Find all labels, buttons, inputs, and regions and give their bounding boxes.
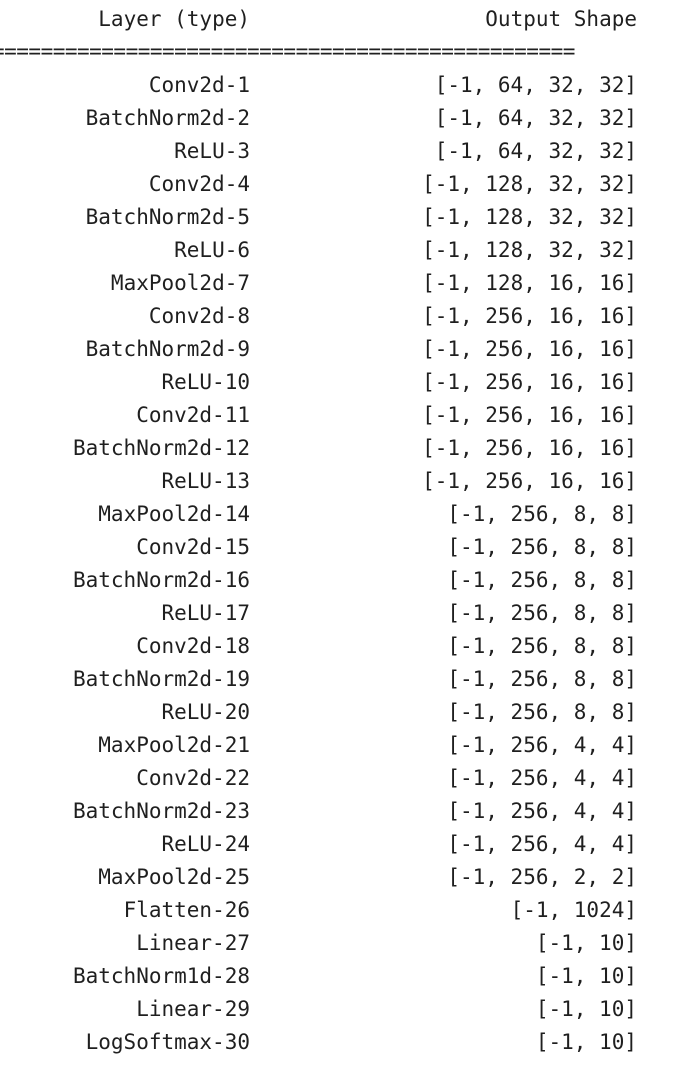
layer-name: BatchNorm2d-12: [72, 436, 250, 460]
summary-rows: Conv2d-1 [-1, 64, 32, 32] BatchNorm2d-2 [-1…: [0, 69, 682, 1059]
layer-name: Linear-27: [136, 931, 250, 955]
output-shape: [-1, 64, 32, 32]: [434, 73, 637, 97]
output-shape: [-1, 128, 32, 32]: [422, 172, 637, 196]
layer-name: Linear-29: [136, 997, 250, 1021]
layer-name: ReLU-3: [174, 139, 250, 163]
layer-row: ReLU-10 [-1, 256, 16, 16]: [0, 366, 682, 399]
layer-row: BatchNorm2d-12 [-1, 256, 16, 16]: [0, 432, 682, 465]
output-shape: [-1, 64, 32, 32]: [434, 139, 637, 163]
output-shape: [-1, 64, 32, 32]: [434, 106, 637, 130]
layer-name: BatchNorm1d-28: [72, 964, 250, 988]
layer-row: BatchNorm2d-16 [-1, 256, 8, 8]: [0, 564, 682, 597]
layer-row: MaxPool2d-7 [-1, 128, 16, 16]: [0, 267, 682, 300]
layer-name: ReLU-24: [161, 832, 250, 856]
layer-row: Conv2d-8 [-1, 256, 16, 16]: [0, 300, 682, 333]
output-shape: [-1, 256, 4, 4]: [447, 733, 637, 757]
output-shape: [-1, 10]: [535, 1030, 637, 1054]
layer-row: LogSoftmax-30 [-1, 10]: [0, 1026, 682, 1059]
output-shape: [-1, 128, 16, 16]: [422, 271, 637, 295]
layer-row: Conv2d-4 [-1, 128, 32, 32]: [0, 168, 682, 201]
output-shape: [-1, 256, 16, 16]: [422, 337, 637, 361]
layer-row: Flatten-26 [-1, 1024]: [0, 894, 682, 927]
layer-name: BatchNorm2d-23: [72, 799, 250, 823]
output-shape: [-1, 256, 8, 8]: [447, 700, 637, 724]
layer-row: Conv2d-1 [-1, 64, 32, 32]: [0, 69, 682, 102]
layer-name: Conv2d-11: [136, 403, 250, 427]
layer-name: BatchNorm2d-19: [72, 667, 250, 691]
layer-name: BatchNorm2d-9: [85, 337, 250, 361]
output-shape: [-1, 256, 4, 4]: [447, 766, 637, 790]
output-shape: [-1, 256, 4, 4]: [447, 832, 637, 856]
output-shape: [-1, 256, 8, 8]: [447, 667, 637, 691]
layer-row: MaxPool2d-14 [-1, 256, 8, 8]: [0, 498, 682, 531]
layer-row: BatchNorm2d-5 [-1, 128, 32, 32]: [0, 201, 682, 234]
output-shape: [-1, 256, 8, 8]: [447, 502, 637, 526]
output-shape: [-1, 256, 16, 16]: [422, 370, 637, 394]
layer-row: Linear-29 [-1, 10]: [0, 993, 682, 1026]
layer-name: Conv2d-15: [136, 535, 250, 559]
layer-name: BatchNorm2d-5: [85, 205, 250, 229]
output-shape: [-1, 256, 16, 16]: [422, 403, 637, 427]
layer-row: MaxPool2d-21 [-1, 256, 4, 4]: [0, 729, 682, 762]
layer-name: Conv2d-22: [136, 766, 250, 790]
layer-row: ReLU-20 [-1, 256, 8, 8]: [0, 696, 682, 729]
layer-row: BatchNorm1d-28 [-1, 10]: [0, 960, 682, 993]
layer-name: ReLU-13: [161, 469, 250, 493]
layer-row: ReLU-13 [-1, 256, 16, 16]: [0, 465, 682, 498]
output-shape: [-1, 128, 32, 32]: [422, 238, 637, 262]
summary-header: Layer (type) Output Shape: [0, 4, 682, 34]
layer-name: ReLU-10: [161, 370, 250, 394]
layer-row: BatchNorm2d-19 [-1, 256, 8, 8]: [0, 663, 682, 696]
layer-name: BatchNorm2d-16: [72, 568, 250, 592]
output-shape-header: Output Shape: [485, 7, 637, 31]
layer-row: ReLU-3 [-1, 64, 32, 32]: [0, 135, 682, 168]
layer-name: Flatten-26: [123, 898, 250, 922]
layer-row: Conv2d-22 [-1, 256, 4, 4]: [0, 762, 682, 795]
layer-row: Conv2d-11 [-1, 256, 16, 16]: [0, 399, 682, 432]
output-shape: [-1, 256, 8, 8]: [447, 568, 637, 592]
output-shape: [-1, 256, 2, 2]: [447, 865, 637, 889]
layer-row: BatchNorm2d-23 [-1, 256, 4, 4]: [0, 795, 682, 828]
layer-row: ReLU-6 [-1, 128, 32, 32]: [0, 234, 682, 267]
layer-name: MaxPool2d-25: [98, 865, 250, 889]
output-shape: [-1, 128, 32, 32]: [422, 205, 637, 229]
output-shape: [-1, 10]: [535, 997, 637, 1021]
output-shape: [-1, 10]: [535, 931, 637, 955]
layer-name: MaxPool2d-14: [98, 502, 250, 526]
output-shape: [-1, 10]: [535, 964, 637, 988]
layer-name: Conv2d-1: [148, 73, 250, 97]
output-shape: [-1, 256, 4, 4]: [447, 799, 637, 823]
header-separator: ========================================…: [0, 39, 575, 63]
output-shape: [-1, 256, 8, 8]: [447, 634, 637, 658]
layer-row: Linear-27 [-1, 10]: [0, 927, 682, 960]
layer-row: BatchNorm2d-9 [-1, 256, 16, 16]: [0, 333, 682, 366]
layer-name: BatchNorm2d-2: [85, 106, 250, 130]
layer-row: ReLU-24 [-1, 256, 4, 4]: [0, 828, 682, 861]
layer-name: MaxPool2d-7: [110, 271, 250, 295]
output-shape: [-1, 256, 16, 16]: [422, 469, 637, 493]
layer-name: Conv2d-4: [148, 172, 250, 196]
layer-name: ReLU-17: [161, 601, 250, 625]
layer-type-header: Layer (type): [98, 7, 250, 31]
layer-name: ReLU-6: [174, 238, 250, 262]
output-shape: [-1, 256, 8, 8]: [447, 601, 637, 625]
layer-name: MaxPool2d-21: [98, 733, 250, 757]
layer-name: Conv2d-18: [136, 634, 250, 658]
layer-name: Conv2d-8: [148, 304, 250, 328]
output-shape: [-1, 1024]: [510, 898, 637, 922]
layer-row: MaxPool2d-25 [-1, 256, 2, 2]: [0, 861, 682, 894]
output-shape: [-1, 256, 16, 16]: [422, 436, 637, 460]
output-shape: [-1, 256, 8, 8]: [447, 535, 637, 559]
layer-row: Conv2d-15 [-1, 256, 8, 8]: [0, 531, 682, 564]
layer-name: LogSoftmax-30: [85, 1030, 250, 1054]
layer-name: ReLU-20: [161, 700, 250, 724]
layer-row: BatchNorm2d-2 [-1, 64, 32, 32]: [0, 102, 682, 135]
layer-row: ReLU-17 [-1, 256, 8, 8]: [0, 597, 682, 630]
output-shape: [-1, 256, 16, 16]: [422, 304, 637, 328]
layer-row: Conv2d-18 [-1, 256, 8, 8]: [0, 630, 682, 663]
